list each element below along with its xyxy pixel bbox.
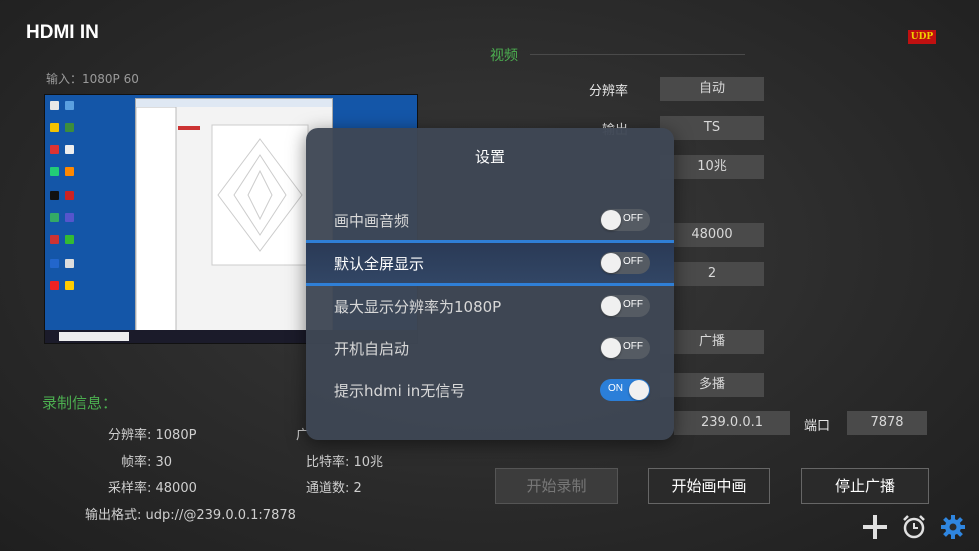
- bitrate-select[interactable]: 10兆: [660, 155, 764, 179]
- max-resolution-toggle[interactable]: OFF: [600, 295, 650, 317]
- record-output-format: 输出格式: udp://@239.0.0.1:7878: [85, 508, 296, 523]
- resolution-label: 分辨率: [588, 84, 628, 99]
- desktop-icon: [65, 213, 74, 222]
- setting-label: 提示hdmi in无信号: [334, 382, 466, 400]
- record-resolution: 分辨率: 1080P: [108, 428, 197, 443]
- setting-no-signal-hint[interactable]: 提示hdmi in无信号 ON: [306, 370, 674, 410]
- pip-audio-toggle[interactable]: OFF: [600, 209, 650, 231]
- desktop-icon: [65, 123, 74, 132]
- desktop-icon: [50, 259, 59, 268]
- record-framerate: 帧率: 30: [121, 455, 173, 470]
- desktop-icon: [65, 145, 74, 154]
- video-section-label: 视频: [490, 48, 518, 64]
- gear-icon[interactable]: [940, 514, 966, 540]
- cast-type-select[interactable]: 多播: [660, 373, 764, 397]
- setting-pip-audio[interactable]: 画中画音频 OFF: [306, 200, 674, 240]
- desktop-icon: [50, 123, 59, 132]
- desktop-icon: [50, 145, 59, 154]
- samplerate-select[interactable]: 48000: [660, 223, 764, 247]
- preview-window: [135, 98, 333, 332]
- settings-title: 设置: [474, 148, 505, 166]
- start-pip-button[interactable]: 开始画中画: [648, 468, 770, 504]
- setting-autostart[interactable]: 开机自启动 OFF: [306, 328, 674, 368]
- preview-diagram: [136, 107, 309, 331]
- desktop-icon: [50, 191, 59, 200]
- channels-select[interactable]: 2: [660, 262, 764, 286]
- desktop-icon: [50, 101, 59, 110]
- setting-label: 开机自启动: [334, 340, 410, 358]
- desktop-icon: [65, 101, 74, 110]
- setting-label: 画中画音频: [334, 212, 410, 230]
- setting-label: 最大显示分辨率为1080P: [334, 298, 502, 316]
- udp-badge: UDP: [908, 30, 936, 44]
- no-signal-hint-toggle[interactable]: ON: [600, 379, 650, 401]
- default-fullscreen-toggle[interactable]: OFF: [600, 252, 650, 274]
- record-bitrate: 比特率: 10兆: [306, 455, 384, 470]
- output-select[interactable]: TS: [660, 116, 764, 140]
- setting-label: 默认全屏显示: [334, 255, 425, 273]
- desktop-icon: [65, 191, 74, 200]
- desktop-icon: [50, 213, 59, 222]
- desktop-icon: [65, 235, 74, 244]
- setting-max-resolution[interactable]: 最大显示分辨率为1080P OFF: [306, 286, 674, 326]
- desktop-icon: [50, 281, 59, 290]
- address-field[interactable]: 239.0.0.1: [674, 411, 790, 435]
- record-samplerate: 采样率: 48000: [108, 481, 197, 496]
- start-record-button[interactable]: 开始录制: [495, 468, 618, 504]
- desktop-icon: [65, 281, 74, 290]
- desktop-icon: [50, 235, 59, 244]
- alarm-clock-icon[interactable]: [901, 514, 927, 540]
- app-title: HDMI IN: [26, 22, 99, 43]
- setting-default-fullscreen[interactable]: 默认全屏显示 OFF: [306, 240, 674, 286]
- port-label: 端口: [804, 419, 831, 434]
- desktop-icon: [65, 259, 74, 268]
- resolution-select[interactable]: 自动: [660, 77, 764, 101]
- plus-icon[interactable]: [862, 514, 888, 540]
- input-info: 输入：1080P 60: [46, 72, 139, 86]
- divider: [530, 54, 745, 55]
- settings-dialog: 设置 画中画音频 OFF 默认全屏显示 OFF 最大显示分辨率为1080P OF…: [306, 128, 674, 440]
- mode-select[interactable]: 广播: [660, 330, 764, 354]
- record-info-title: 录制信息：: [42, 394, 118, 412]
- stop-broadcast-button[interactable]: 停止广播: [801, 468, 929, 504]
- desktop-icon: [50, 167, 59, 176]
- autostart-toggle[interactable]: OFF: [600, 337, 650, 359]
- desktop-icon: [65, 167, 74, 176]
- port-field[interactable]: 7878: [847, 411, 927, 435]
- record-channels: 通道数: 2: [306, 481, 362, 496]
